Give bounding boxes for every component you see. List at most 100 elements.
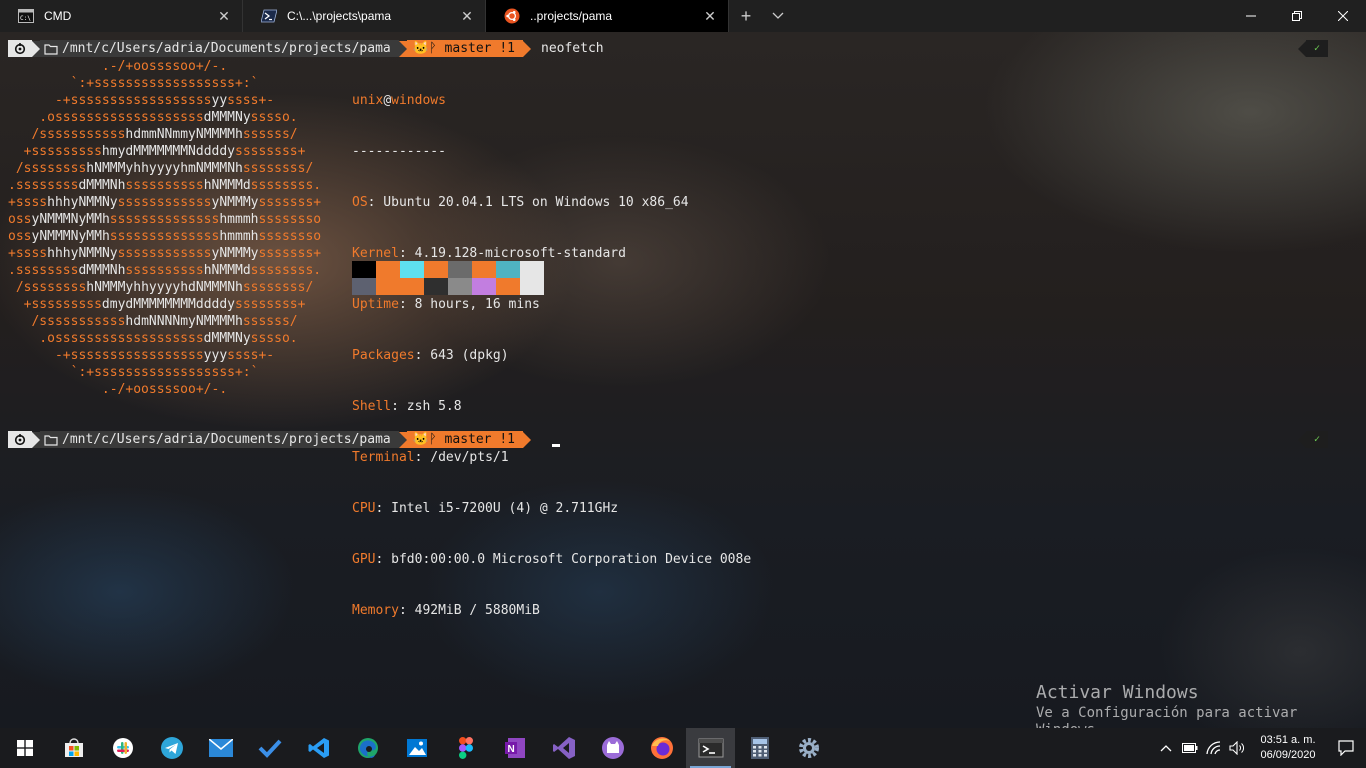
notification-icon[interactable] <box>1326 728 1366 768</box>
info-row: Kernel: 4.19.128-microsoft-standard <box>352 246 626 261</box>
check-icon: ✓ <box>1306 431 1328 448</box>
palette-swatch <box>520 278 544 295</box>
onenote-icon[interactable]: N <box>490 728 539 768</box>
git-status: 🐱ᚹ master !1 <box>406 431 523 448</box>
ascii-line: -+ssssssssssssssssssyyssss+- <box>8 93 275 108</box>
ubuntu-icon <box>504 8 520 24</box>
settings-icon[interactable] <box>784 728 833 768</box>
terminal-output[interactable]: /mnt/c/Users/adria/Documents/projects/pa… <box>0 32 1366 738</box>
terminal-titlebar: C:\ CMD ✕ C:\...\projects\pama ✕ ..proje… <box>0 0 1366 32</box>
volume-icon[interactable] <box>1226 728 1250 768</box>
maximize-button[interactable] <box>1274 0 1320 32</box>
ascii-line: `:+ssssssssssssssssss+:` <box>8 76 259 91</box>
tab-label: C:\...\projects\pama <box>287 9 392 23</box>
taskbar-clock[interactable]: 03:51 a. m. 06/09/2020 <box>1250 733 1326 763</box>
git-status: 🐱ᚹ master !1 <box>406 40 523 57</box>
minimize-icon <box>1246 15 1256 17</box>
windows-start-icon[interactable] <box>0 728 49 768</box>
command-text: neofetch <box>541 41 604 56</box>
firefox-icon[interactable] <box>637 728 686 768</box>
ascii-line: +ssssssssshmydMMMMMMMNddddyssssssss+ <box>8 144 306 159</box>
text-cursor <box>552 444 560 447</box>
ascii-line: .-/+oossssoo+/-. <box>8 382 228 397</box>
ascii-line: /sssssssshNMMMyhhyyyyhdNMMMNhssssssss/ <box>8 280 314 295</box>
visual-studio-icon[interactable] <box>539 728 588 768</box>
restore-icon <box>1292 11 1302 21</box>
color-palette <box>352 261 544 295</box>
status-indicator: ✓ <box>1298 40 1328 57</box>
battery-icon[interactable] <box>1178 728 1202 768</box>
new-tab-button[interactable]: + <box>729 0 763 32</box>
palette-swatch <box>376 278 400 295</box>
clock-date: 06/09/2020 <box>1260 749 1316 761</box>
ascii-line: .osssssssssssssssssssdMMMNysssso. <box>8 331 298 346</box>
divider: ------------ <box>352 144 446 159</box>
close-icon[interactable]: ✕ <box>702 8 718 25</box>
folder-icon <box>44 43 58 55</box>
palette-swatch <box>472 278 496 295</box>
chevron-down-icon <box>772 12 784 19</box>
ascii-line: /ssssssssssshdmmNNmmyNMMMMhssssss/ <box>8 127 298 142</box>
tab-label: ..projects/pama <box>530 9 613 23</box>
edge-icon[interactable] <box>343 728 392 768</box>
info-row: OS: Ubuntu 20.04.1 LTS on Windows 10 x86… <box>352 195 689 210</box>
mail-icon[interactable] <box>196 728 245 768</box>
vscode-icon[interactable] <box>294 728 343 768</box>
slack-icon[interactable] <box>98 728 147 768</box>
telegram-icon[interactable] <box>147 728 196 768</box>
activate-title: Activar Windows <box>1036 682 1199 703</box>
svg-text:N: N <box>507 744 514 755</box>
figma-icon[interactable] <box>441 728 490 768</box>
chevron-up-icon[interactable] <box>1154 728 1178 768</box>
linux-icon <box>8 40 32 57</box>
tab-ubuntu[interactable]: ..projects/pama ✕ <box>486 0 729 32</box>
check-icon: ✓ <box>1306 40 1328 57</box>
store-icon[interactable] <box>49 728 98 768</box>
prompt-path: /mnt/c/Users/adria/Documents/projects/pa… <box>40 40 399 57</box>
palette-swatch <box>448 278 472 295</box>
palette-swatch <box>352 261 376 278</box>
info-row: GPU: bfd0:00:00.0 Microsoft Corporation … <box>352 552 752 567</box>
ubuntu-ascii-logo: .-/+oossssoo+/-. `:+ssssssssssssssssss+:… <box>8 58 321 398</box>
prompt-line: /mnt/c/Users/adria/Documents/projects/pa… <box>8 40 604 57</box>
ascii-line: ossyNMMMNyMMhsssssssssssssshmmmhssssssso <box>8 229 322 244</box>
system-tray: 03:51 a. m. 06/09/2020 <box>1154 728 1366 768</box>
ascii-line: +sssssssssdmydMMMMMMMMddddyssssssss+ <box>8 297 306 312</box>
user-host-line: unix@windows <box>352 93 446 108</box>
prompt-line: /mnt/c/Users/adria/Documents/projects/pa… <box>8 431 531 448</box>
palette-swatch <box>424 278 448 295</box>
minimize-button[interactable] <box>1228 0 1274 32</box>
info-row: Uptime: 8 hours, 16 mins <box>352 297 540 312</box>
wifi-icon[interactable] <box>1202 728 1226 768</box>
palette-swatch <box>400 261 424 278</box>
calculator-icon[interactable] <box>735 728 784 768</box>
palette-swatch <box>472 261 496 278</box>
close-icon[interactable]: ✕ <box>216 8 232 25</box>
palette-swatch <box>424 261 448 278</box>
prompt-path: /mnt/c/Users/adria/Documents/projects/pa… <box>40 431 399 448</box>
tab-dropdown-button[interactable] <box>763 0 793 32</box>
ascii-line: `:+ssssssssssssssssss+:` <box>8 365 259 380</box>
ascii-line: .-/+oossssoo+/-. <box>8 59 228 74</box>
ascii-line: /sssssssshNMMMyhhyyyyhmNMMMNhssssssss/ <box>8 161 314 176</box>
close-icon[interactable]: ✕ <box>459 8 475 25</box>
info-row: Terminal: /dev/pts/1 <box>352 450 509 465</box>
tab-powershell[interactable]: C:\...\projects\pama ✕ <box>243 0 486 32</box>
powershell-icon <box>261 8 277 24</box>
folder-icon <box>44 434 58 446</box>
neofetch-info: unix@windows ------------ OS: Ubuntu 20.… <box>352 58 751 653</box>
taskbar: N 03:51 a. m. 06/09/2020 <box>0 728 1366 768</box>
github-desktop-icon[interactable] <box>588 728 637 768</box>
ascii-line: ossyNMMMNyMMhsssssssssssssshmmmhssssssso <box>8 212 322 227</box>
tab-cmd[interactable]: C:\ CMD ✕ <box>0 0 243 32</box>
ascii-line: .ssssssssdMMMNhsssssssssshNMMMdssssssss. <box>8 178 322 193</box>
todo-icon[interactable] <box>245 728 294 768</box>
windows-terminal-icon[interactable] <box>686 728 735 768</box>
close-button[interactable] <box>1320 0 1366 32</box>
info-row: Shell: zsh 5.8 <box>352 399 462 414</box>
palette-swatch <box>448 261 472 278</box>
cmd-icon: C:\ <box>18 8 34 24</box>
info-row: Memory: 492MiB / 5880MiB <box>352 603 540 618</box>
palette-swatch <box>496 278 520 295</box>
photos-icon[interactable] <box>392 728 441 768</box>
